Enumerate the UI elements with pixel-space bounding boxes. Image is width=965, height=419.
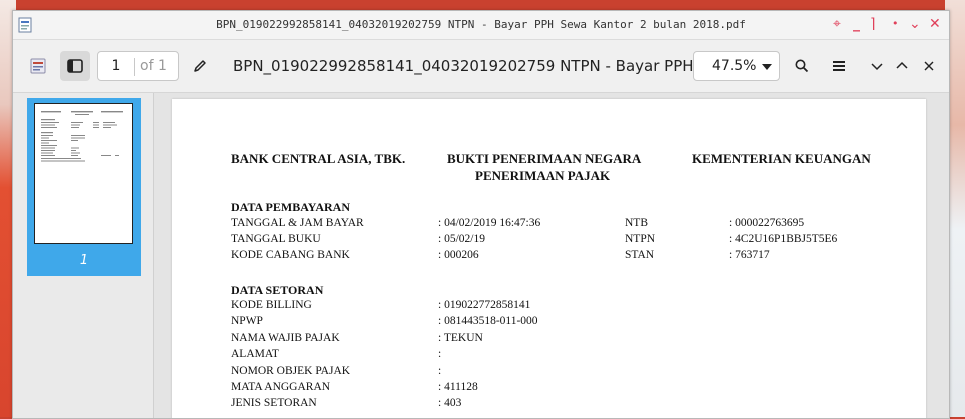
field-value: : (438, 348, 442, 360)
field-label: TANGGAL & JAM BAYAR (231, 217, 364, 229)
maximize-icon[interactable]: ⌉ (870, 15, 875, 33)
page-count-label: of 1 (140, 58, 167, 74)
current-page-input[interactable]: 1 (98, 58, 135, 76)
close-window-icon[interactable]: ✕ (929, 15, 941, 33)
field-value: : (438, 365, 442, 377)
document-icon (30, 58, 46, 74)
receipt-title-line1: BUKTI PENERIMAAN NEGARA (447, 151, 642, 166)
annotate-button[interactable] (185, 51, 215, 81)
field-label: ALAMAT (231, 348, 279, 360)
field-value: : 000022763695 (729, 217, 805, 229)
field-value: : 04/02/2019 16:47:36 (438, 217, 541, 229)
thumbnail-sidebar: 1 (13, 93, 154, 418)
keep-above-icon[interactable]: ⌖ (833, 15, 841, 33)
page-thumbnail[interactable]: 1 (27, 98, 141, 276)
thumbnail-page-number: 1 (79, 253, 89, 268)
bank-name: BANK CENTRAL ASIA, TBK. (231, 151, 406, 166)
zoom-select[interactable]: 47.5% (693, 51, 780, 81)
field-value: : 403 (438, 397, 462, 409)
window-title: BPN_019022992858141_04032019202759 NTPN … (216, 18, 746, 31)
field-label: KODE BILLING (231, 299, 312, 311)
menu-button[interactable] (824, 51, 854, 81)
page-number-field[interactable]: 1 of 1 (97, 51, 179, 81)
sidebar-icon (67, 59, 83, 73)
toggle-sidebar-button[interactable] (60, 51, 90, 81)
pencil-icon (194, 60, 206, 72)
chevron-up-icon (896, 61, 908, 69)
title-bar[interactable]: BPN_019022992858141_04032019202759 NTPN … (13, 11, 949, 40)
field-label: MATA ANGGARAN (231, 381, 331, 393)
field-value: : 411128 (438, 381, 478, 393)
search-button[interactable] (787, 51, 817, 81)
close-search-button[interactable] (914, 51, 944, 81)
field-value: : TEKUN (438, 332, 483, 344)
find-previous-button[interactable] (887, 51, 917, 81)
chevron-down-icon (762, 64, 772, 70)
section-heading-setoran: DATA SETORAN (231, 283, 324, 297)
close-icon (924, 61, 934, 71)
zoom-value: 47.5% (712, 58, 757, 74)
field-label: NAMA WAJIB PAJAK (231, 332, 340, 344)
field-label: NOMOR OBJEK PAJAK (231, 365, 351, 377)
field-label: NTB (625, 217, 648, 229)
field-label: NTPN (625, 233, 656, 245)
minimize-icon[interactable]: _ (853, 15, 860, 33)
field-label: KODE CABANG BANK (231, 249, 350, 261)
thumbnail-preview (34, 103, 133, 244)
pdf-viewer-window: BPN_019022992858141_04032019202759 NTPN … (12, 10, 950, 419)
field-value: : 019022772858141 (438, 299, 531, 311)
hamburger-menu-icon (833, 61, 845, 71)
toolbar: 1 of 1 BPN_019022992858141_0403201920275… (13, 40, 949, 93)
document-view[interactable]: BANK CENTRAL ASIA, TBK. BUKTI PENERIMAAN… (154, 93, 949, 418)
document-title: BPN_019022992858141_04032019202759 NTPN … (233, 57, 743, 75)
receipt-title-line2: PENERIMAAN PAJAK (475, 168, 611, 183)
chevron-down-icon (871, 63, 883, 71)
ministry-name: KEMENTERIAN KEUANGAN (692, 151, 871, 166)
thumbnail-content-graphic (41, 111, 123, 162)
document-properties-button[interactable] (23, 51, 53, 81)
section-heading-pembayaran: DATA PEMBAYARAN (231, 200, 351, 214)
field-label: NPWP (231, 315, 263, 327)
field-value: : 763717 (729, 249, 770, 261)
field-value: : 000206 (438, 249, 479, 261)
field-value: : 05/02/19 (438, 233, 485, 245)
pdf-page: BANK CENTRAL ASIA, TBK. BUKTI PENERIMAAN… (172, 99, 926, 418)
shade-icon[interactable]: ⌄ (909, 15, 921, 33)
field-value: : 4C2U16P1BBJ5T5E6 (729, 233, 838, 245)
field-label: TANGGAL BUKU (231, 233, 321, 245)
field-value: : 081443518-011-000 (438, 315, 538, 327)
field-label: STAN (625, 249, 655, 261)
field-label: JENIS SETORAN (231, 397, 317, 409)
search-icon (795, 59, 809, 73)
window-menu-dot-icon[interactable]: • (892, 15, 899, 33)
